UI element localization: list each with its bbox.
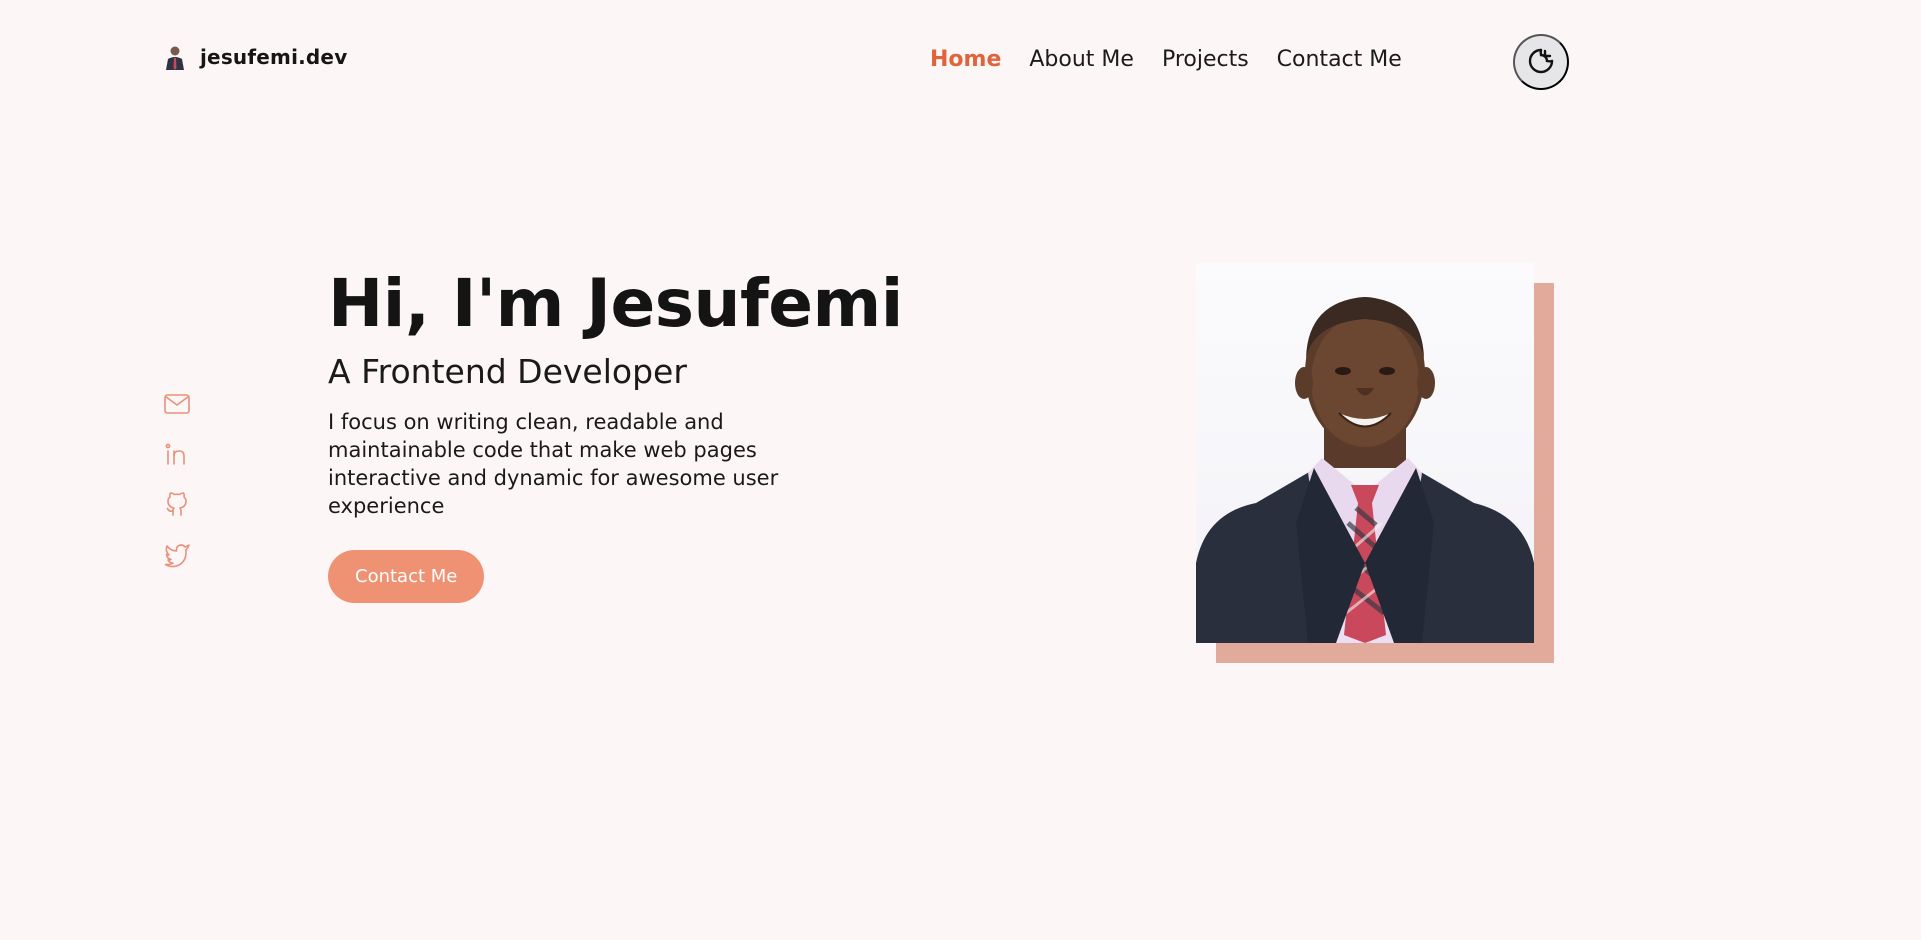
hero-subtitle: A Frontend Developer	[328, 352, 687, 391]
nav-home[interactable]: Home	[930, 47, 1001, 72]
moon-icon	[1527, 47, 1555, 78]
mail-icon	[164, 394, 190, 414]
linkedin-icon	[165, 443, 185, 465]
social-links	[163, 390, 191, 568]
twitter-icon	[164, 544, 190, 568]
logo-avatar	[164, 44, 186, 70]
github-icon	[166, 492, 187, 516]
linkedin-link[interactable]	[163, 440, 191, 468]
nav-contact-me[interactable]: Contact Me	[1277, 47, 1402, 72]
email-link[interactable]	[163, 390, 191, 418]
main-nav: Home About Me Projects Contact Me	[930, 47, 1402, 72]
profile-photo	[1196, 263, 1534, 643]
site-logo[interactable]: jesufemi.dev	[164, 44, 347, 70]
logo-text: jesufemi.dev	[200, 45, 348, 69]
nav-projects[interactable]: Projects	[1162, 47, 1249, 72]
twitter-link[interactable]	[163, 540, 191, 568]
contact-me-button[interactable]: Contact Me	[328, 550, 485, 603]
nav-about-me[interactable]: About Me	[1029, 47, 1134, 72]
theme-toggle-button[interactable]	[1513, 34, 1569, 90]
hero-description: I focus on writing clean, readable and m…	[328, 410, 779, 518]
hero-title: Hi, I'm Jesufemi	[328, 265, 903, 342]
github-link[interactable]	[163, 490, 191, 518]
hero-section: Hi, I'm Jesufemi A Frontend Developer I …	[328, 262, 903, 603]
